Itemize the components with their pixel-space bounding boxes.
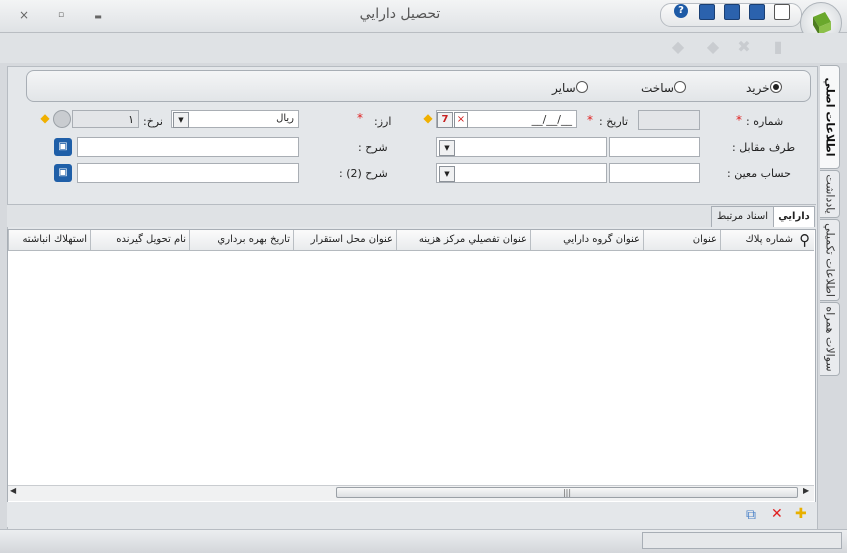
tab-questions[interactable]: سوالات همراه	[820, 302, 840, 376]
radio-label: ساير	[552, 81, 576, 95]
currency-select[interactable]: ▼ ريال	[171, 110, 299, 128]
type-radio-group	[26, 70, 811, 102]
number-label: شماره :	[746, 115, 784, 128]
maximize-window-button[interactable]: ▫	[50, 7, 72, 23]
save-as-icon[interactable]	[699, 4, 715, 20]
date-label: تاريخ :	[599, 115, 629, 128]
copy-row-icon[interactable]: ⧉	[746, 507, 756, 523]
column-header[interactable]: استهلاك انباشته	[8, 230, 90, 250]
refresh-rate-icon[interactable]	[53, 110, 71, 128]
column-header[interactable]: عنوان تفصيلي مركز هزينه	[396, 230, 530, 250]
description2-label: شرح (2) :	[339, 167, 388, 180]
maximize-icon: ▫	[57, 10, 65, 20]
account-label: حساب معين :	[727, 167, 791, 180]
duplicate-icon[interactable]: ▮	[767, 37, 789, 57]
radio-build[interactable]: ساخت	[641, 81, 686, 95]
search-icon[interactable]: ⚲	[796, 231, 813, 249]
tab-extra-info[interactable]: اطلاعات تكميلي	[820, 219, 840, 301]
required-mark: *	[587, 113, 593, 127]
previous-record-icon[interactable]: ◆	[702, 37, 724, 57]
description-field[interactable]	[77, 137, 299, 157]
chevron-down-icon[interactable]: ▼	[173, 112, 189, 128]
tab-assets[interactable]: دارايي	[773, 206, 815, 227]
radio-other[interactable]: ساير	[552, 81, 588, 95]
radio-dot	[769, 81, 782, 93]
counterparty-select[interactable]: ▼	[436, 137, 607, 157]
add-row-icon[interactable]: ✚	[795, 506, 807, 522]
delete-icon[interactable]: ✖	[733, 37, 755, 57]
account-select[interactable]: ▼	[436, 163, 607, 183]
tab-label: اطلاعات تكميلي	[823, 223, 836, 297]
minimize-window-button[interactable]: ▬	[87, 9, 109, 25]
tab-label: اطلاعات اصلي	[823, 77, 836, 157]
clear-date-icon[interactable]: ×	[454, 112, 468, 128]
tab-label: يادداشت	[823, 174, 836, 214]
calendar-icon[interactable]: 7	[437, 112, 453, 128]
radio-purchase[interactable]: خريد	[746, 81, 782, 95]
scroll-right-icon[interactable]: ▶	[803, 486, 809, 495]
counterparty-label: طرف مقابل :	[732, 141, 796, 154]
scrollbar-thumb[interactable]: |||	[336, 487, 798, 498]
rate-field[interactable]: ١	[72, 110, 139, 128]
rate-label: نرخ:	[143, 115, 163, 128]
currency-label: ارز:	[374, 115, 392, 128]
grid-footer	[7, 502, 816, 527]
column-header[interactable]: شماره پلاك	[720, 230, 796, 250]
tab-label: سوالات همراه	[823, 306, 836, 372]
save-close-icon[interactable]	[724, 4, 740, 20]
chevron-down-icon[interactable]: ▼	[439, 140, 455, 156]
required-mark: *	[736, 113, 742, 127]
tab-notes[interactable]: يادداشت	[820, 170, 840, 218]
column-header[interactable]: عنوان گروه دارايي	[530, 230, 643, 250]
save-icon[interactable]	[749, 4, 765, 20]
tab-main-info[interactable]: اطلاعات اصلي	[820, 65, 840, 169]
counterparty-code-field[interactable]	[609, 137, 700, 157]
save-description2-button[interactable]: ▣	[54, 164, 72, 182]
column-header[interactable]: عنوان محل استقرار	[293, 230, 396, 250]
radio-dot	[673, 81, 686, 93]
column-header[interactable]: نام تحويل گيرنده	[90, 230, 189, 250]
assets-grid	[7, 229, 816, 503]
chevron-down-icon[interactable]: ▼	[439, 166, 455, 182]
delete-row-icon[interactable]: ✕	[771, 506, 783, 522]
close-window-button[interactable]: ×	[13, 7, 35, 23]
help-icon[interactable]: ?	[674, 4, 688, 18]
required-mark: *	[357, 111, 363, 125]
scroll-left-icon[interactable]: ◀	[10, 486, 16, 495]
next-record-icon[interactable]: ◆	[667, 37, 689, 57]
description-label: شرح :	[358, 141, 388, 154]
tab-related-docs[interactable]: اسناد مرتبط	[711, 206, 774, 227]
save-description-button[interactable]: ▣	[54, 138, 72, 156]
minimize-icon: ▬	[94, 12, 102, 21]
warning-icon: ◆	[423, 111, 433, 125]
column-header[interactable]: عنوان	[643, 230, 720, 250]
date-value: __/__/__	[531, 113, 572, 126]
rate-value: ١	[128, 113, 134, 126]
radio-label: ساخت	[641, 81, 674, 95]
number-field[interactable]	[638, 110, 700, 130]
grid-tab-bar	[7, 204, 816, 227]
status-panel	[642, 532, 842, 549]
warning-icon: ◆	[40, 111, 50, 125]
radio-label: خريد	[746, 81, 770, 95]
description2-field[interactable]	[77, 163, 299, 183]
radio-dot	[575, 81, 588, 93]
new-document-icon[interactable]	[774, 4, 790, 20]
close-icon: ×	[18, 8, 30, 22]
window-title: تحصيل دارايي	[359, 6, 441, 22]
currency-value: ريال	[276, 113, 294, 124]
date-field[interactable]: 7 × __/__/__	[436, 110, 577, 128]
account-code-field[interactable]	[609, 163, 700, 183]
column-header[interactable]: تاريخ بهره برداري	[189, 230, 293, 250]
